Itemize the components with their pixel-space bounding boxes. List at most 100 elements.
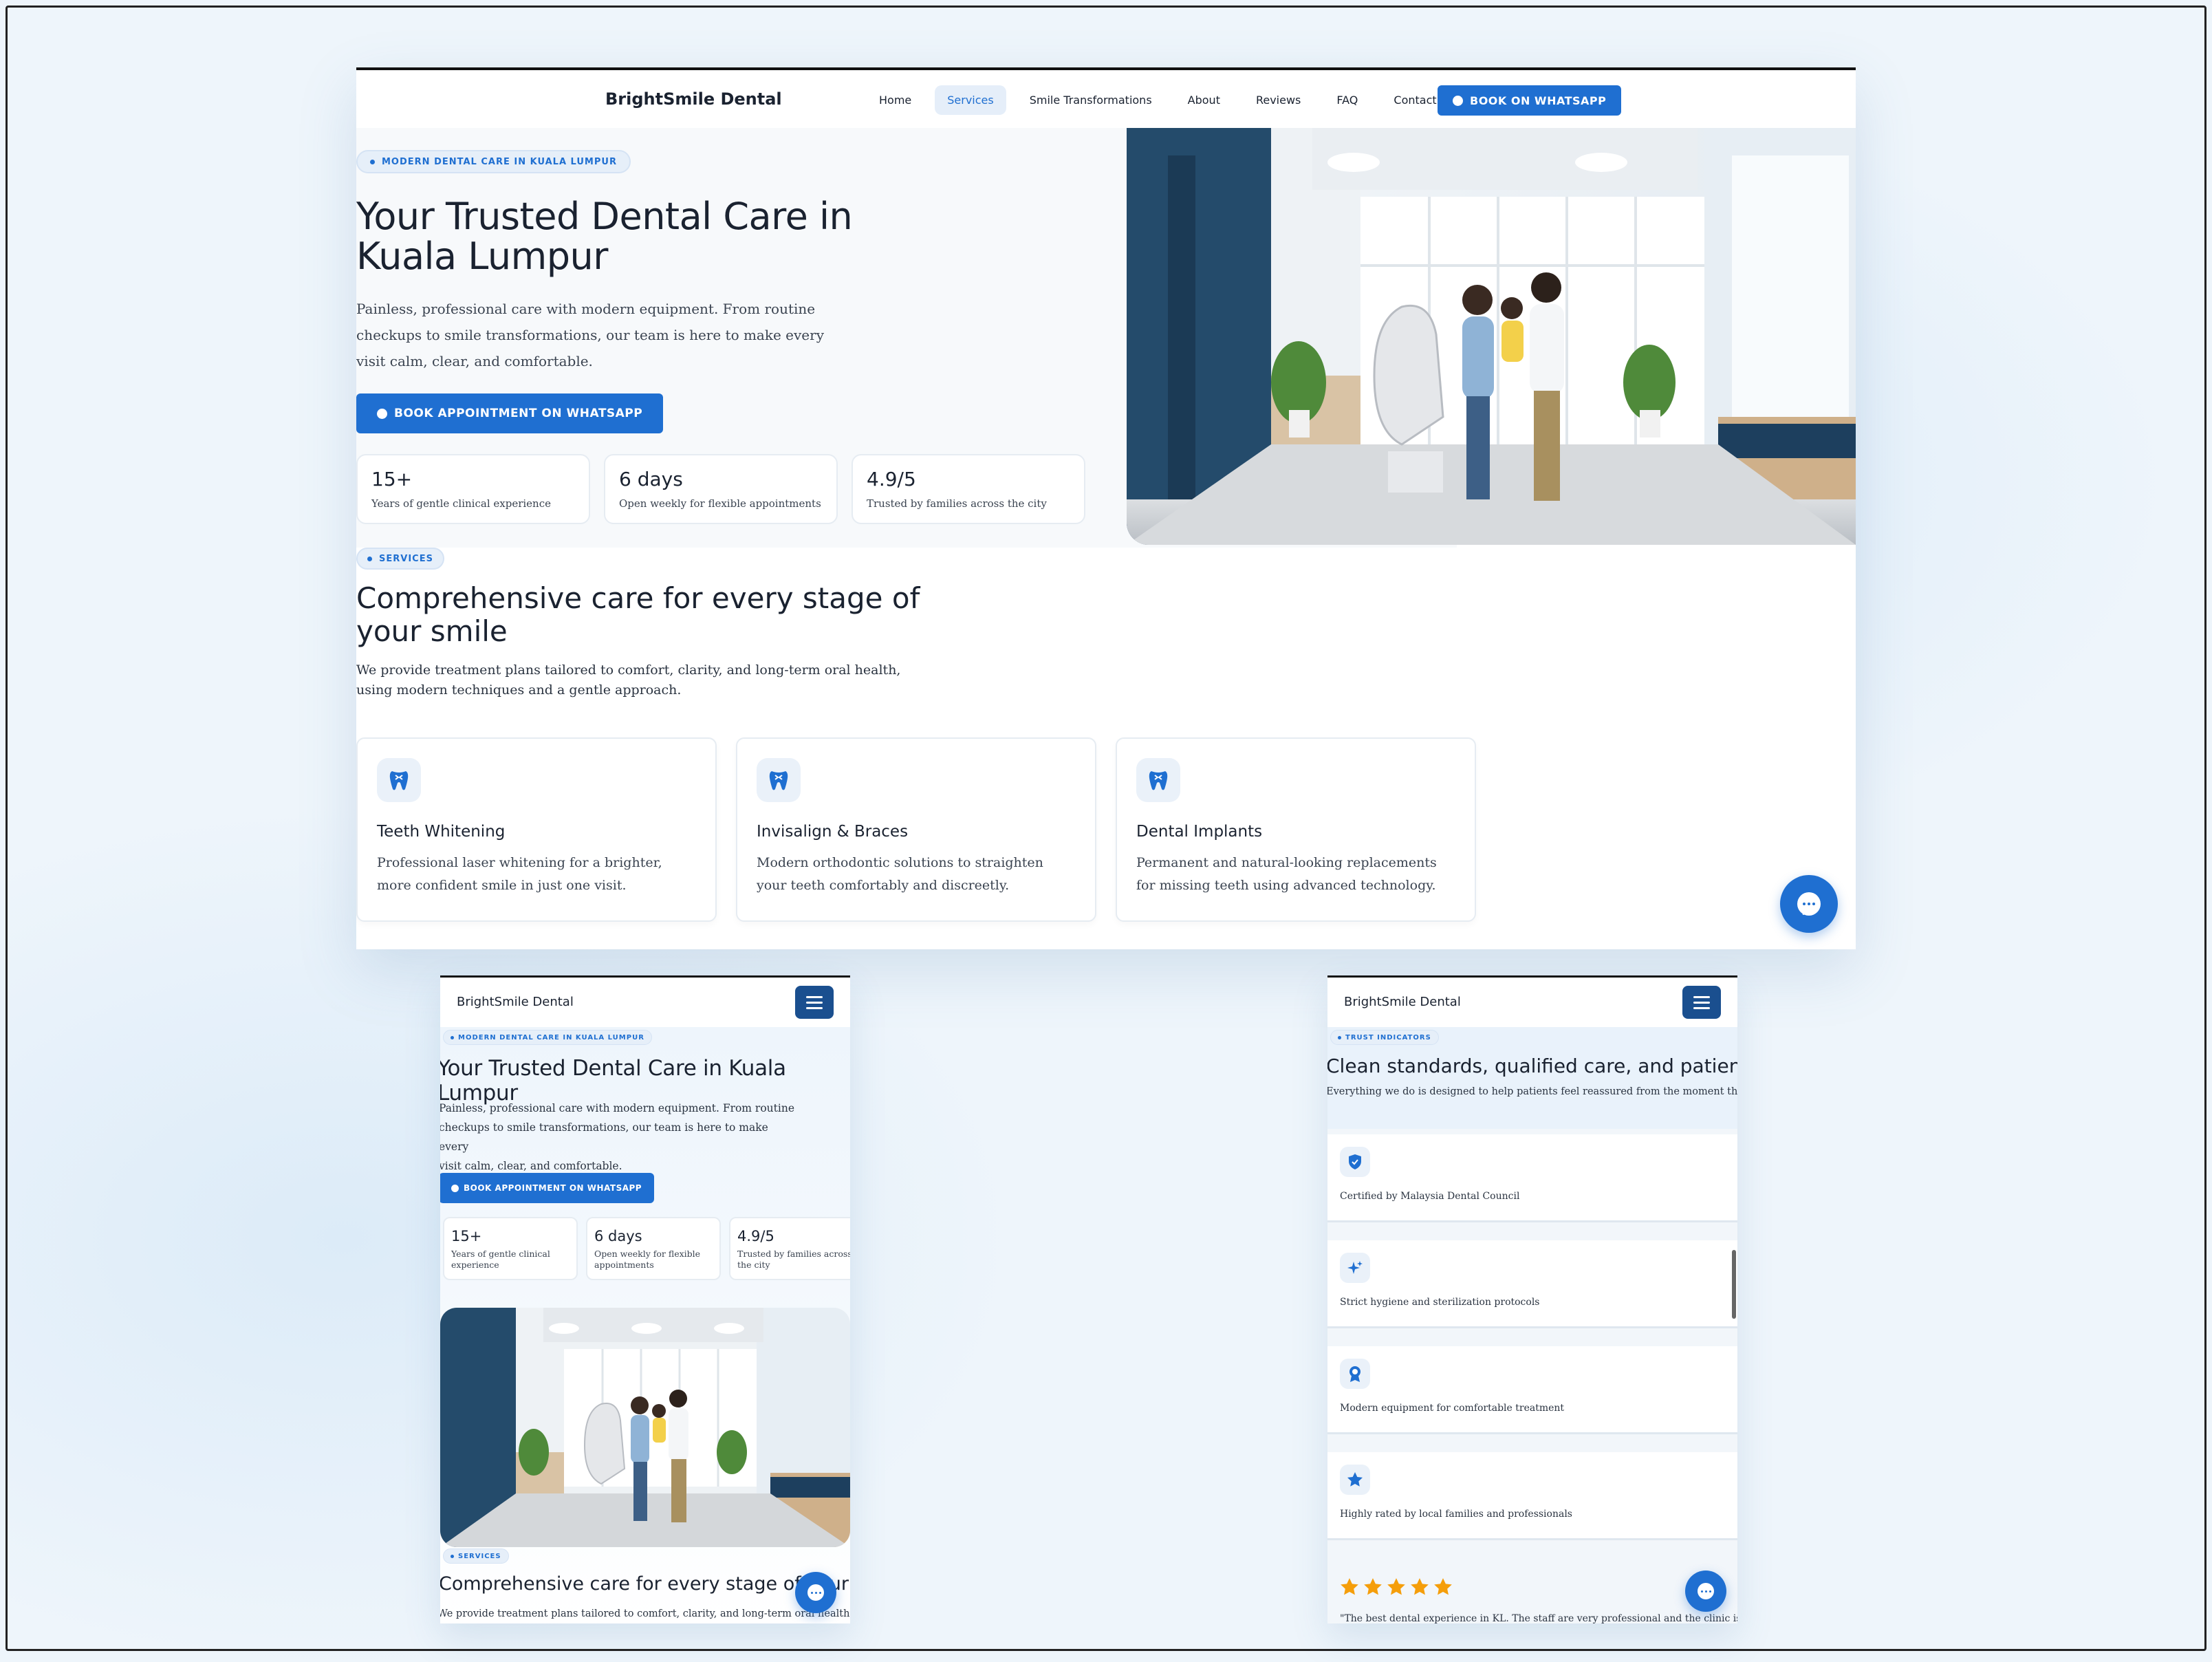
chat-fab-button[interactable] bbox=[1780, 875, 1838, 933]
services-section: SERVICES Comprehensive care for every st… bbox=[356, 548, 1856, 949]
stat-card: 4.9/5 Trusted by families across the cit… bbox=[852, 454, 1085, 524]
book-whatsapp-label: BOOK ON WHATSAPP bbox=[1470, 94, 1607, 107]
service-cards: Teeth Whitening Professional laser white… bbox=[356, 737, 1476, 922]
nav-smile-transformations[interactable]: Smile Transformations bbox=[1017, 85, 1164, 115]
trust-label: Certified by Malaysia Dental Council bbox=[1340, 1191, 1520, 1202]
nav-home[interactable]: Home bbox=[867, 85, 924, 115]
mobile-navbar: BrightSmile Dental bbox=[440, 978, 850, 1027]
nav-services[interactable]: Services bbox=[935, 85, 1006, 115]
brand-logo[interactable]: BrightSmile Dental bbox=[605, 89, 782, 109]
star-icon bbox=[1340, 1465, 1370, 1495]
whatsapp-icon bbox=[451, 1184, 459, 1192]
stat-label: Years of gentle clinical experience bbox=[371, 497, 551, 510]
star-icon bbox=[1364, 1578, 1382, 1595]
hero-eyebrow-text: MODERN DENTAL CARE IN KUALA LUMPUR bbox=[458, 1033, 644, 1042]
stat-label: Trusted by families across the city bbox=[737, 1249, 850, 1270]
services-eyebrow-text: SERVICES bbox=[458, 1552, 501, 1560]
nav-about[interactable]: About bbox=[1175, 85, 1233, 115]
stat-value: 4.9/5 bbox=[737, 1228, 774, 1244]
service-description: Professional laser whitening for a brigh… bbox=[377, 855, 662, 893]
hero-description-line: checkups to smile transformations, our t… bbox=[440, 1121, 768, 1153]
hero-description: Painless, professional care with modern … bbox=[440, 1099, 796, 1176]
tooth-icon bbox=[377, 758, 421, 802]
services-description: We provide treatment plans tailored to c… bbox=[356, 662, 901, 698]
hero-description: Painless, professional care with modern … bbox=[356, 301, 824, 369]
book-appointment-button[interactable]: BOOK APPOINTMENT ON WHATSAPP bbox=[356, 393, 664, 433]
clinic-family-photo bbox=[440, 1308, 850, 1547]
hero-eyebrow-badge: MODERN DENTAL CARE IN KUALA LUMPUR bbox=[443, 1030, 652, 1045]
stat-card: 4.9/5 Trusted by families across the cit… bbox=[729, 1217, 850, 1280]
trust-card: Highly rated by local families and profe… bbox=[1327, 1452, 1737, 1540]
stat-value: 6 days bbox=[619, 468, 683, 490]
chat-bubble-icon bbox=[1797, 892, 1821, 916]
services-title-text: Comprehensive care for every stage of yo… bbox=[440, 1573, 849, 1595]
services-eyebrow-badge: SERVICES bbox=[356, 548, 444, 570]
clinic-family-photo bbox=[1127, 128, 1856, 545]
whatsapp-icon bbox=[1453, 95, 1463, 106]
mobile-trust-preview: BrightSmile Dental TRUST INDICATORS Clea… bbox=[1327, 975, 1737, 1623]
stat-value: 15+ bbox=[451, 1228, 482, 1244]
trust-eyebrow-badge: TRUST INDICATORS bbox=[1330, 1030, 1439, 1045]
star-icon bbox=[1434, 1578, 1452, 1595]
sparkle-icon bbox=[1340, 1253, 1370, 1283]
stat-card: 6 days Open weekly for flexible appointm… bbox=[586, 1217, 721, 1280]
scrollbar-thumb[interactable] bbox=[1732, 1250, 1736, 1319]
services-eyebrow-text: SERVICES bbox=[379, 553, 433, 564]
trust-description: Everything we do is designed to help pat… bbox=[1327, 1086, 1737, 1097]
trust-card: Strict hygiene and sterilization protoco… bbox=[1327, 1240, 1737, 1328]
desktop-preview: BrightSmile Dental Home Services Smile T… bbox=[356, 67, 1856, 949]
stat-label: Open weekly for flexible appointments bbox=[594, 1249, 701, 1270]
stat-card: 6 days Open weekly for flexible appointm… bbox=[604, 454, 838, 524]
hero-eyebrow-badge: MODERN DENTAL CARE IN KUALA LUMPUR bbox=[356, 150, 631, 173]
whatsapp-icon bbox=[377, 408, 387, 419]
services-title: Comprehensive care for every stage of yo… bbox=[356, 581, 920, 648]
stat-label: Trusted by families across the city bbox=[867, 497, 1047, 510]
service-description: Modern orthodontic solutions to straight… bbox=[757, 855, 1043, 893]
services-description: We provide treatment plans tailored to c… bbox=[440, 1608, 850, 1619]
star-icon bbox=[1387, 1578, 1405, 1595]
trust-card: Certified by Malaysia Dental Council bbox=[1327, 1134, 1737, 1222]
shield-check-icon bbox=[1340, 1147, 1370, 1177]
hamburger-menu-button[interactable] bbox=[1682, 986, 1721, 1019]
stat-card: 15+ Years of gentle clinical experience bbox=[443, 1217, 578, 1280]
hero-stats: 15+ Years of gentle clinical experience … bbox=[356, 454, 1085, 524]
tooth-icon bbox=[1136, 758, 1180, 802]
service-card-teeth-whitening[interactable]: Teeth Whitening Professional laser white… bbox=[356, 737, 717, 922]
trust-card: Modern equipment for comfortable treatme… bbox=[1327, 1346, 1737, 1434]
hamburger-menu-button[interactable] bbox=[795, 986, 834, 1019]
mobile-navbar: BrightSmile Dental bbox=[1327, 978, 1737, 1027]
brand-logo[interactable]: BrightSmile Dental bbox=[1344, 995, 1461, 1009]
service-title: Dental Implants bbox=[1136, 823, 1263, 841]
trust-label: Strict hygiene and sterilization protoco… bbox=[1340, 1297, 1540, 1308]
brand-logo[interactable]: BrightSmile Dental bbox=[457, 995, 574, 1009]
award-icon bbox=[1340, 1359, 1370, 1389]
book-appointment-label: BOOK APPOINTMENT ON WHATSAPP bbox=[464, 1183, 642, 1193]
chat-fab-button[interactable] bbox=[1685, 1571, 1726, 1612]
hero-title: Your Trusted Dental Care in Kuala Lumpur bbox=[356, 195, 853, 278]
service-title: Invisalign & Braces bbox=[757, 823, 909, 841]
stat-value: 6 days bbox=[594, 1228, 642, 1244]
chat-fab-button[interactable] bbox=[795, 1572, 836, 1613]
top-navbar: BrightSmile Dental Home Services Smile T… bbox=[356, 70, 1856, 128]
nav-faq[interactable]: FAQ bbox=[1324, 85, 1370, 115]
rating-stars bbox=[1340, 1577, 1453, 1597]
services-title: Comprehensive care for every stage of yo… bbox=[440, 1573, 850, 1595]
trust-title: Clean standards, qualified care, and pat… bbox=[1327, 1055, 1737, 1077]
service-card-dental-implants[interactable]: Dental Implants Permanent and natural-lo… bbox=[1116, 737, 1476, 922]
service-description: Permanent and natural-looking replacemen… bbox=[1136, 855, 1437, 893]
book-whatsapp-button[interactable]: BOOK ON WHATSAPP bbox=[1438, 85, 1622, 116]
hero-description-line: Painless, professional care with modern … bbox=[440, 1102, 795, 1114]
service-card-invisalign-braces[interactable]: Invisalign & Braces Modern orthodontic s… bbox=[736, 737, 1096, 922]
tooth-icon bbox=[757, 758, 801, 802]
stat-label: Open weekly for flexible appointments bbox=[619, 497, 821, 510]
nav-reviews[interactable]: Reviews bbox=[1244, 85, 1313, 115]
services-eyebrow-badge: SERVICES bbox=[443, 1548, 509, 1564]
hero-stats: 15+ Years of gentle clinical experience … bbox=[443, 1217, 850, 1280]
stat-value: 4.9/5 bbox=[867, 468, 916, 490]
trust-eyebrow-text: TRUST INDICATORS bbox=[1345, 1033, 1431, 1042]
stat-label: Years of gentle clinical experience bbox=[451, 1249, 550, 1270]
book-appointment-button[interactable]: BOOK APPOINTMENT ON WHATSAPP bbox=[440, 1173, 655, 1203]
trust-label: Modern equipment for comfortable treatme… bbox=[1340, 1403, 1565, 1414]
stat-card: 15+ Years of gentle clinical experience bbox=[356, 454, 590, 524]
mobile-hero-preview: BrightSmile Dental MODERN DENTAL CARE IN… bbox=[440, 975, 850, 1623]
